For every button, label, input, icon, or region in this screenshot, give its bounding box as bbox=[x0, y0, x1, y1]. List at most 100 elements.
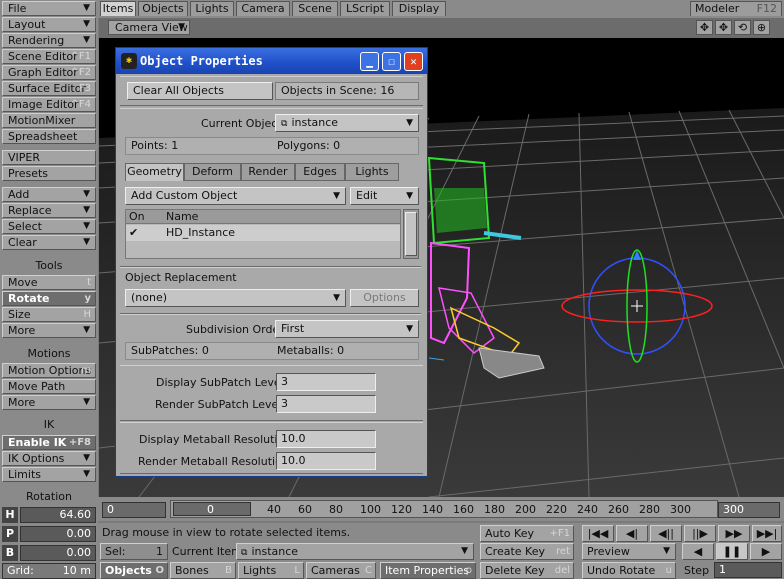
clear-all-objects-button[interactable]: Clear All Objects bbox=[127, 82, 273, 100]
step-input[interactable]: 1 bbox=[714, 562, 782, 578]
dialog-titlebar[interactable]: ✱ Object Properties ▁ ☐ ✕ bbox=[116, 48, 427, 74]
move-view-icon[interactable]: ✥ bbox=[696, 20, 713, 35]
scene-editor-button[interactable]: Scene Editor ^F1 bbox=[2, 49, 96, 64]
minimize-icon: ▁ bbox=[366, 55, 373, 68]
grid-label: Grid: bbox=[7, 564, 34, 577]
pan-view-icon[interactable]: ✥ bbox=[715, 20, 732, 35]
tab-items[interactable]: Items bbox=[100, 1, 136, 16]
options-button[interactable]: Options bbox=[350, 289, 419, 307]
tab-render[interactable]: Render bbox=[241, 163, 295, 181]
enable-ik-button[interactable]: Enable IK +F8 bbox=[2, 435, 96, 450]
pitch-input[interactable]: 0.00 bbox=[20, 526, 96, 542]
spreadsheet-button[interactable]: Spreadsheet bbox=[2, 129, 96, 144]
rendering-menu[interactable]: Rendering ▼ bbox=[2, 33, 96, 48]
tab-geometry[interactable]: Geometry bbox=[125, 163, 184, 181]
display-subpatch-input[interactable]: 3 bbox=[276, 373, 376, 391]
move-tool-button[interactable]: Move t bbox=[2, 275, 96, 290]
lights-mode-button[interactable]: Lights L bbox=[238, 562, 304, 579]
render-subpatch-input[interactable]: 3 bbox=[276, 395, 376, 413]
tab-camera[interactable]: Camera bbox=[236, 1, 290, 16]
modeler-button[interactable]: Modeler F12 bbox=[690, 1, 782, 16]
surface-editor-button[interactable]: Surface Editor F3 bbox=[2, 81, 96, 96]
tab-lights[interactable]: Lights bbox=[345, 163, 399, 181]
replace-menu[interactable]: Replace ▼ bbox=[2, 203, 96, 218]
current-item-dropdown[interactable]: ⧉ instance ▼ bbox=[236, 543, 474, 560]
cameras-mode-button[interactable]: Cameras C bbox=[306, 562, 376, 579]
minimize-button[interactable]: ▁ bbox=[360, 52, 379, 71]
preview-dropdown[interactable]: Preview ▼ bbox=[582, 543, 676, 560]
delete-key-button[interactable]: Delete Key del bbox=[480, 562, 574, 579]
close-button[interactable]: ✕ bbox=[404, 52, 423, 71]
ik-options-menu[interactable]: IK Options ▼ bbox=[2, 451, 96, 466]
first-frame-icon: |◀◀ bbox=[587, 527, 609, 540]
next-key-button[interactable]: ▶▶ bbox=[718, 525, 750, 542]
pause-button[interactable]: ❚❚ bbox=[716, 543, 748, 560]
zoom-view-icon[interactable]: ⊕ bbox=[753, 20, 770, 35]
heading-input[interactable]: 64.60 bbox=[20, 507, 96, 523]
motion-mixer-button[interactable]: MotionMixer bbox=[2, 113, 96, 128]
render-metaball-input[interactable]: 10.0 bbox=[276, 452, 376, 470]
list-item[interactable]: ✔ HD_Instance bbox=[126, 225, 400, 241]
scrollbar-thumb[interactable] bbox=[405, 212, 417, 256]
scene-editor-label: Scene Editor bbox=[8, 50, 78, 63]
display-metaball-input[interactable]: 10.0 bbox=[276, 430, 376, 448]
size-tool-button[interactable]: Size H bbox=[2, 307, 96, 322]
tab-edges[interactable]: Edges bbox=[295, 163, 345, 181]
viper-button[interactable]: VIPER bbox=[2, 150, 96, 165]
image-editor-button[interactable]: Image Editor ^F4 bbox=[2, 97, 96, 112]
end-frame-field[interactable]: 300 bbox=[718, 502, 780, 518]
subdivision-order-dropdown[interactable]: First ▼ bbox=[275, 320, 419, 338]
play-backward-button[interactable]: ◀ bbox=[682, 543, 714, 560]
bank-input[interactable]: 0.00 bbox=[20, 545, 96, 561]
tab-deform[interactable]: Deform bbox=[184, 163, 241, 181]
presets-button[interactable]: Presets bbox=[2, 166, 96, 181]
item-properties-button[interactable]: Item Properties p bbox=[380, 562, 476, 579]
auto-key-button[interactable]: Auto Key +F1 bbox=[480, 525, 574, 542]
tab-objects[interactable]: Objects bbox=[138, 1, 188, 16]
select-menu[interactable]: Select ▼ bbox=[2, 219, 96, 234]
prev-frame-button[interactable]: ◀|| bbox=[650, 525, 682, 542]
tab-lscript[interactable]: LScript bbox=[340, 1, 390, 16]
add-menu[interactable]: Add ▼ bbox=[2, 187, 96, 202]
current-object-dropdown[interactable]: ⧉ instance ▼ bbox=[275, 114, 419, 132]
object-replacement-dropdown[interactable]: (none) ▼ bbox=[125, 289, 346, 307]
file-menu[interactable]: File ▼ bbox=[2, 1, 96, 16]
timeline-tick-label: 120 bbox=[391, 503, 412, 516]
clear-menu[interactable]: Clear ▼ bbox=[2, 235, 96, 250]
tab-scene[interactable]: Scene bbox=[292, 1, 338, 16]
motion-options-button[interactable]: Motion Options m bbox=[2, 363, 96, 378]
play-forward-button[interactable]: ▶ bbox=[750, 543, 782, 560]
list-scrollbar[interactable] bbox=[403, 209, 419, 259]
move-path-button[interactable]: Move Path bbox=[2, 379, 96, 394]
checkmark-icon[interactable]: ✔ bbox=[129, 225, 138, 241]
shortcut-hint: del bbox=[554, 565, 570, 576]
timeline-tick-label: 140 bbox=[422, 503, 443, 516]
maximize-button[interactable]: ☐ bbox=[382, 52, 401, 71]
start-frame-field[interactable]: 0 bbox=[102, 502, 166, 518]
tab-lights[interactable]: Lights bbox=[190, 1, 234, 16]
rotation-fields: H 64.60 P 0.00 B 0.00 Grid: 10 m bbox=[0, 505, 98, 579]
bones-mode-button[interactable]: Bones B bbox=[170, 562, 236, 579]
select-label: Select bbox=[8, 220, 42, 233]
dropdown-arrow-icon: ▼ bbox=[406, 191, 413, 201]
graph-editor-button[interactable]: Graph Editor ^F2 bbox=[2, 65, 96, 80]
more-tools-menu[interactable]: More ▼ bbox=[2, 323, 96, 338]
rotate-tool-button[interactable]: Rotate y bbox=[2, 291, 96, 306]
tab-display[interactable]: Display bbox=[392, 1, 446, 16]
timeline-slider[interactable]: 0 40 60 80 100 120 140 160 180 200 220 240 260 280 30… bbox=[170, 500, 718, 518]
edit-dropdown[interactable]: Edit ▼ bbox=[350, 187, 419, 205]
create-key-button[interactable]: Create Key ret bbox=[480, 543, 574, 560]
prev-key-button[interactable]: ◀| bbox=[616, 525, 648, 542]
objects-mode-button[interactable]: Objects O bbox=[100, 562, 168, 579]
add-custom-object-dropdown[interactable]: Add Custom Object ▼ bbox=[125, 187, 346, 205]
more-motions-menu[interactable]: More ▼ bbox=[2, 395, 96, 410]
last-frame-button[interactable]: ▶▶| bbox=[752, 525, 782, 542]
rotate-view-icon[interactable]: ⟲ bbox=[734, 20, 751, 35]
view-mode-dropdown[interactable]: Camera View ▼ bbox=[108, 20, 190, 35]
undo-button[interactable]: Undo Rotate u bbox=[582, 562, 676, 579]
motion-mixer-label: MotionMixer bbox=[8, 114, 76, 127]
limits-menu[interactable]: Limits ▼ bbox=[2, 467, 96, 482]
layout-menu[interactable]: Layout ▼ bbox=[2, 17, 96, 32]
first-frame-button[interactable]: |◀◀ bbox=[582, 525, 614, 542]
next-frame-button[interactable]: ||▶ bbox=[684, 525, 716, 542]
